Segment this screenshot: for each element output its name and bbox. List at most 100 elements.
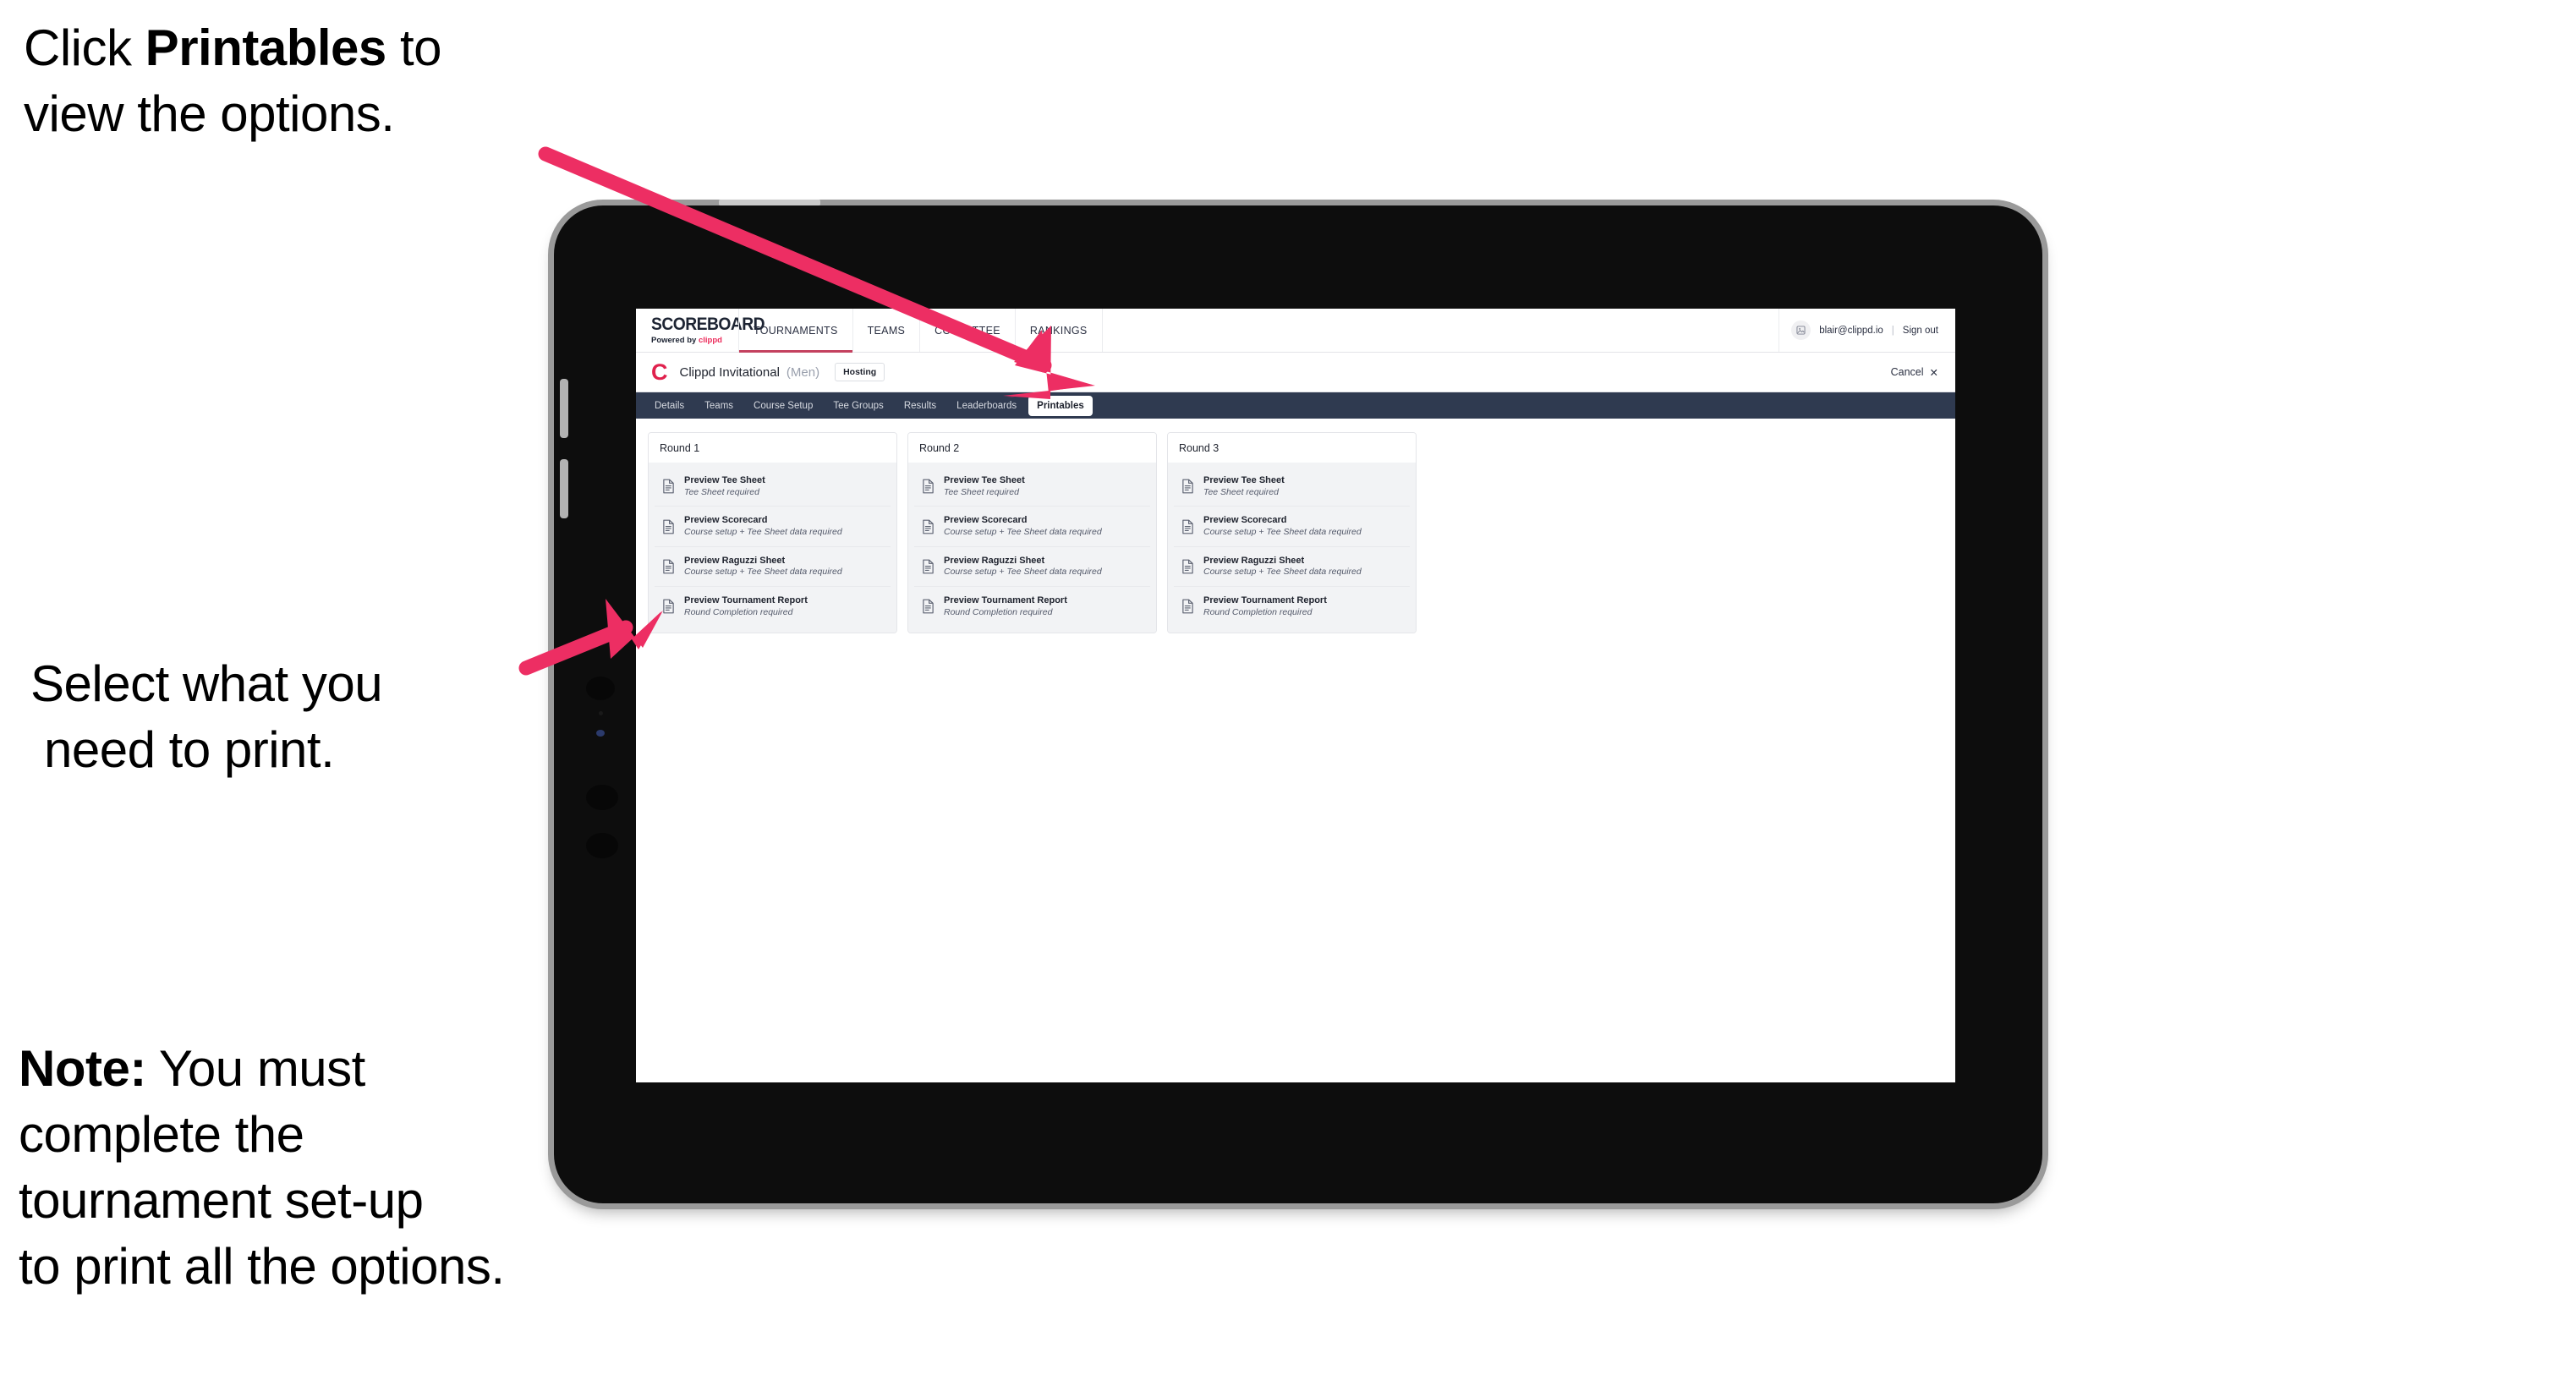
document-icon [1182, 479, 1193, 494]
close-icon: ✕ [1929, 366, 1938, 379]
printable-item-raguzzi-sheet[interactable]: Preview Raguzzi Sheet Course setup + Tee… [1174, 547, 1410, 588]
printable-item-tournament-report[interactable]: Preview Tournament Report Round Completi… [1174, 587, 1410, 626]
printable-title: Preview Scorecard [1203, 515, 1287, 526]
tournament-gender: (Men) [786, 364, 820, 380]
tab-leaderboards[interactable]: Leaderboards [948, 396, 1025, 416]
annotation-top-bold: Printables [145, 19, 387, 76]
user-separator: | [1891, 325, 1894, 336]
tab-leaderboards-label: Leaderboards [956, 400, 1017, 411]
volume-down-button[interactable] [560, 459, 568, 518]
global-nav-tournaments-label: TOURNAMENTS [754, 324, 838, 337]
printable-title: Preview Scorecard [684, 515, 768, 526]
printable-item-tee-sheet[interactable]: Preview Tee Sheet Tee Sheet required [655, 467, 891, 507]
bezel-lens-bottom [586, 833, 618, 858]
annotation-top-line2: view the options. [24, 85, 395, 142]
document-icon [923, 599, 934, 614]
annotation-select-print: Select what you need to print. [30, 651, 538, 783]
annotation-mid-line1: Select what you [30, 655, 383, 712]
printable-requirement: Course setup + Tee Sheet data required [944, 567, 1102, 578]
printable-item-scorecard[interactable]: Preview Scorecard Course setup + Tee She… [655, 507, 891, 547]
tournament-name: Clippd Invitational [679, 364, 780, 380]
round-card: Round 1 Preview Tee Sheet Tee Sheet requ… [648, 432, 897, 633]
user-email: blair@clippd.io [1819, 325, 1883, 336]
printable-item-raguzzi-sheet[interactable]: Preview Raguzzi Sheet Course setup + Tee… [655, 547, 891, 588]
printable-item-raguzzi-sheet[interactable]: Preview Raguzzi Sheet Course setup + Tee… [914, 547, 1150, 588]
global-nav-rankings[interactable]: RANKINGS [1014, 309, 1103, 352]
printable-item-text: Preview Scorecard Course setup + Tee She… [1203, 514, 1362, 538]
round-card: Round 3 Preview Tee Sheet Tee Sheet requ… [1167, 432, 1417, 633]
printable-item-text: Preview Raguzzi Sheet Course setup + Tee… [684, 555, 842, 578]
tab-details-label: Details [655, 400, 685, 411]
annotation-note-line4: to print all the options. [19, 1238, 505, 1295]
printables-panel: Round 1 Preview Tee Sheet Tee Sheet requ… [636, 419, 1955, 647]
round-printable-list: Preview Tee Sheet Tee Sheet required Pre… [649, 463, 896, 633]
global-nav-teams[interactable]: TEAMS [852, 309, 921, 352]
printable-requirement: Tee Sheet required [684, 486, 759, 497]
tab-tee-groups[interactable]: Tee Groups [825, 396, 891, 416]
tournament-title-bar: C Clippd Invitational (Men) Hosting Canc… [636, 353, 1955, 392]
scoreboard-wordmark: SCOREBOARD [651, 315, 765, 334]
tab-teams-label: Teams [704, 400, 734, 411]
tab-teams[interactable]: Teams [696, 396, 742, 416]
printable-requirement: Round Completion required [684, 606, 793, 617]
printable-item-text: Preview Raguzzi Sheet Course setup + Tee… [944, 555, 1102, 578]
scoreboard-logo[interactable]: SCOREBOARD Powered by clippd [636, 309, 765, 352]
bezel-sensor-dot [596, 730, 605, 737]
avatar[interactable] [1791, 320, 1811, 340]
printable-item-tee-sheet[interactable]: Preview Tee Sheet Tee Sheet required [914, 467, 1150, 507]
annotation-click-printables: Click Printables to view the options. [24, 15, 582, 147]
printable-item-scorecard[interactable]: Preview Scorecard Course setup + Tee She… [914, 507, 1150, 547]
printable-title: Preview Scorecard [944, 515, 1028, 526]
bezel-lens-middle [586, 785, 618, 810]
round-card: Round 2 Preview Tee Sheet Tee Sheet requ… [907, 432, 1157, 633]
tablet-screen: SCOREBOARD Powered by clippd TOURNAMENTS… [636, 309, 1955, 1082]
document-icon [923, 559, 934, 574]
tab-details[interactable]: Details [646, 396, 693, 416]
avatar-image-icon [1796, 326, 1806, 335]
document-icon [1182, 519, 1193, 534]
annotation-mid-line2: need to print. [44, 721, 335, 778]
printable-requirement: Course setup + Tee Sheet data required [684, 567, 842, 578]
tablet-device-frame: SCOREBOARD Powered by clippd TOURNAMENTS… [554, 200, 2042, 1203]
printable-item-tee-sheet[interactable]: Preview Tee Sheet Tee Sheet required [1174, 467, 1410, 507]
printable-item-text: Preview Tournament Report Round Completi… [944, 594, 1067, 618]
printable-title: Preview Tee Sheet [1203, 475, 1285, 485]
global-nav-committee-label: COMMITTEE [934, 324, 1000, 337]
tab-course-setup[interactable]: Course Setup [745, 396, 821, 416]
printable-item-text: Preview Tournament Report Round Completi… [1203, 594, 1327, 618]
printable-item-text: Preview Scorecard Course setup + Tee She… [944, 514, 1102, 538]
printable-requirement: Tee Sheet required [1203, 486, 1279, 497]
global-nav-committee[interactable]: COMMITTEE [919, 309, 1016, 352]
clippd-brand-text: clippd [698, 336, 722, 345]
tab-results-label: Results [903, 400, 937, 411]
annotation-top-pre: Click [24, 19, 145, 76]
printable-item-text: Preview Tee Sheet Tee Sheet required [684, 474, 765, 498]
round-printable-list: Preview Tee Sheet Tee Sheet required Pre… [908, 463, 1156, 633]
bezel-pinhole [599, 711, 603, 715]
global-nav-tournaments[interactable]: TOURNAMENTS [738, 309, 853, 353]
annotation-note-rest: You must [145, 1040, 365, 1097]
global-nav-teams-label: TEAMS [867, 324, 906, 337]
printable-title: Preview Raguzzi Sheet [684, 555, 786, 566]
printable-item-text: Preview Tee Sheet Tee Sheet required [1203, 474, 1285, 498]
document-icon [663, 559, 674, 574]
printable-item-scorecard[interactable]: Preview Scorecard Course setup + Tee She… [1174, 507, 1410, 547]
document-icon [1182, 599, 1193, 614]
volume-up-button[interactable] [560, 379, 568, 438]
global-nav-spacer [1103, 309, 1780, 352]
powered-by-clippd: Powered by clippd [651, 336, 739, 345]
printable-title: Preview Tournament Report [1203, 595, 1327, 606]
printable-requirement: Course setup + Tee Sheet data required [684, 526, 842, 537]
sign-out-link[interactable]: Sign out [1903, 326, 1938, 336]
cancel-button[interactable]: Cancel ✕ [1891, 366, 1938, 379]
document-icon [923, 479, 934, 494]
printable-item-tournament-report[interactable]: Preview Tournament Report Round Completi… [914, 587, 1150, 626]
tab-printables[interactable]: Printables [1028, 395, 1093, 416]
printable-title: Preview Tee Sheet [684, 475, 765, 485]
tab-results[interactable]: Results [896, 396, 945, 416]
document-icon [663, 599, 674, 614]
printable-item-tournament-report[interactable]: Preview Tournament Report Round Completi… [655, 587, 891, 626]
annotation-top-post: to [386, 19, 442, 76]
document-icon [663, 479, 674, 494]
document-icon [1182, 559, 1193, 574]
